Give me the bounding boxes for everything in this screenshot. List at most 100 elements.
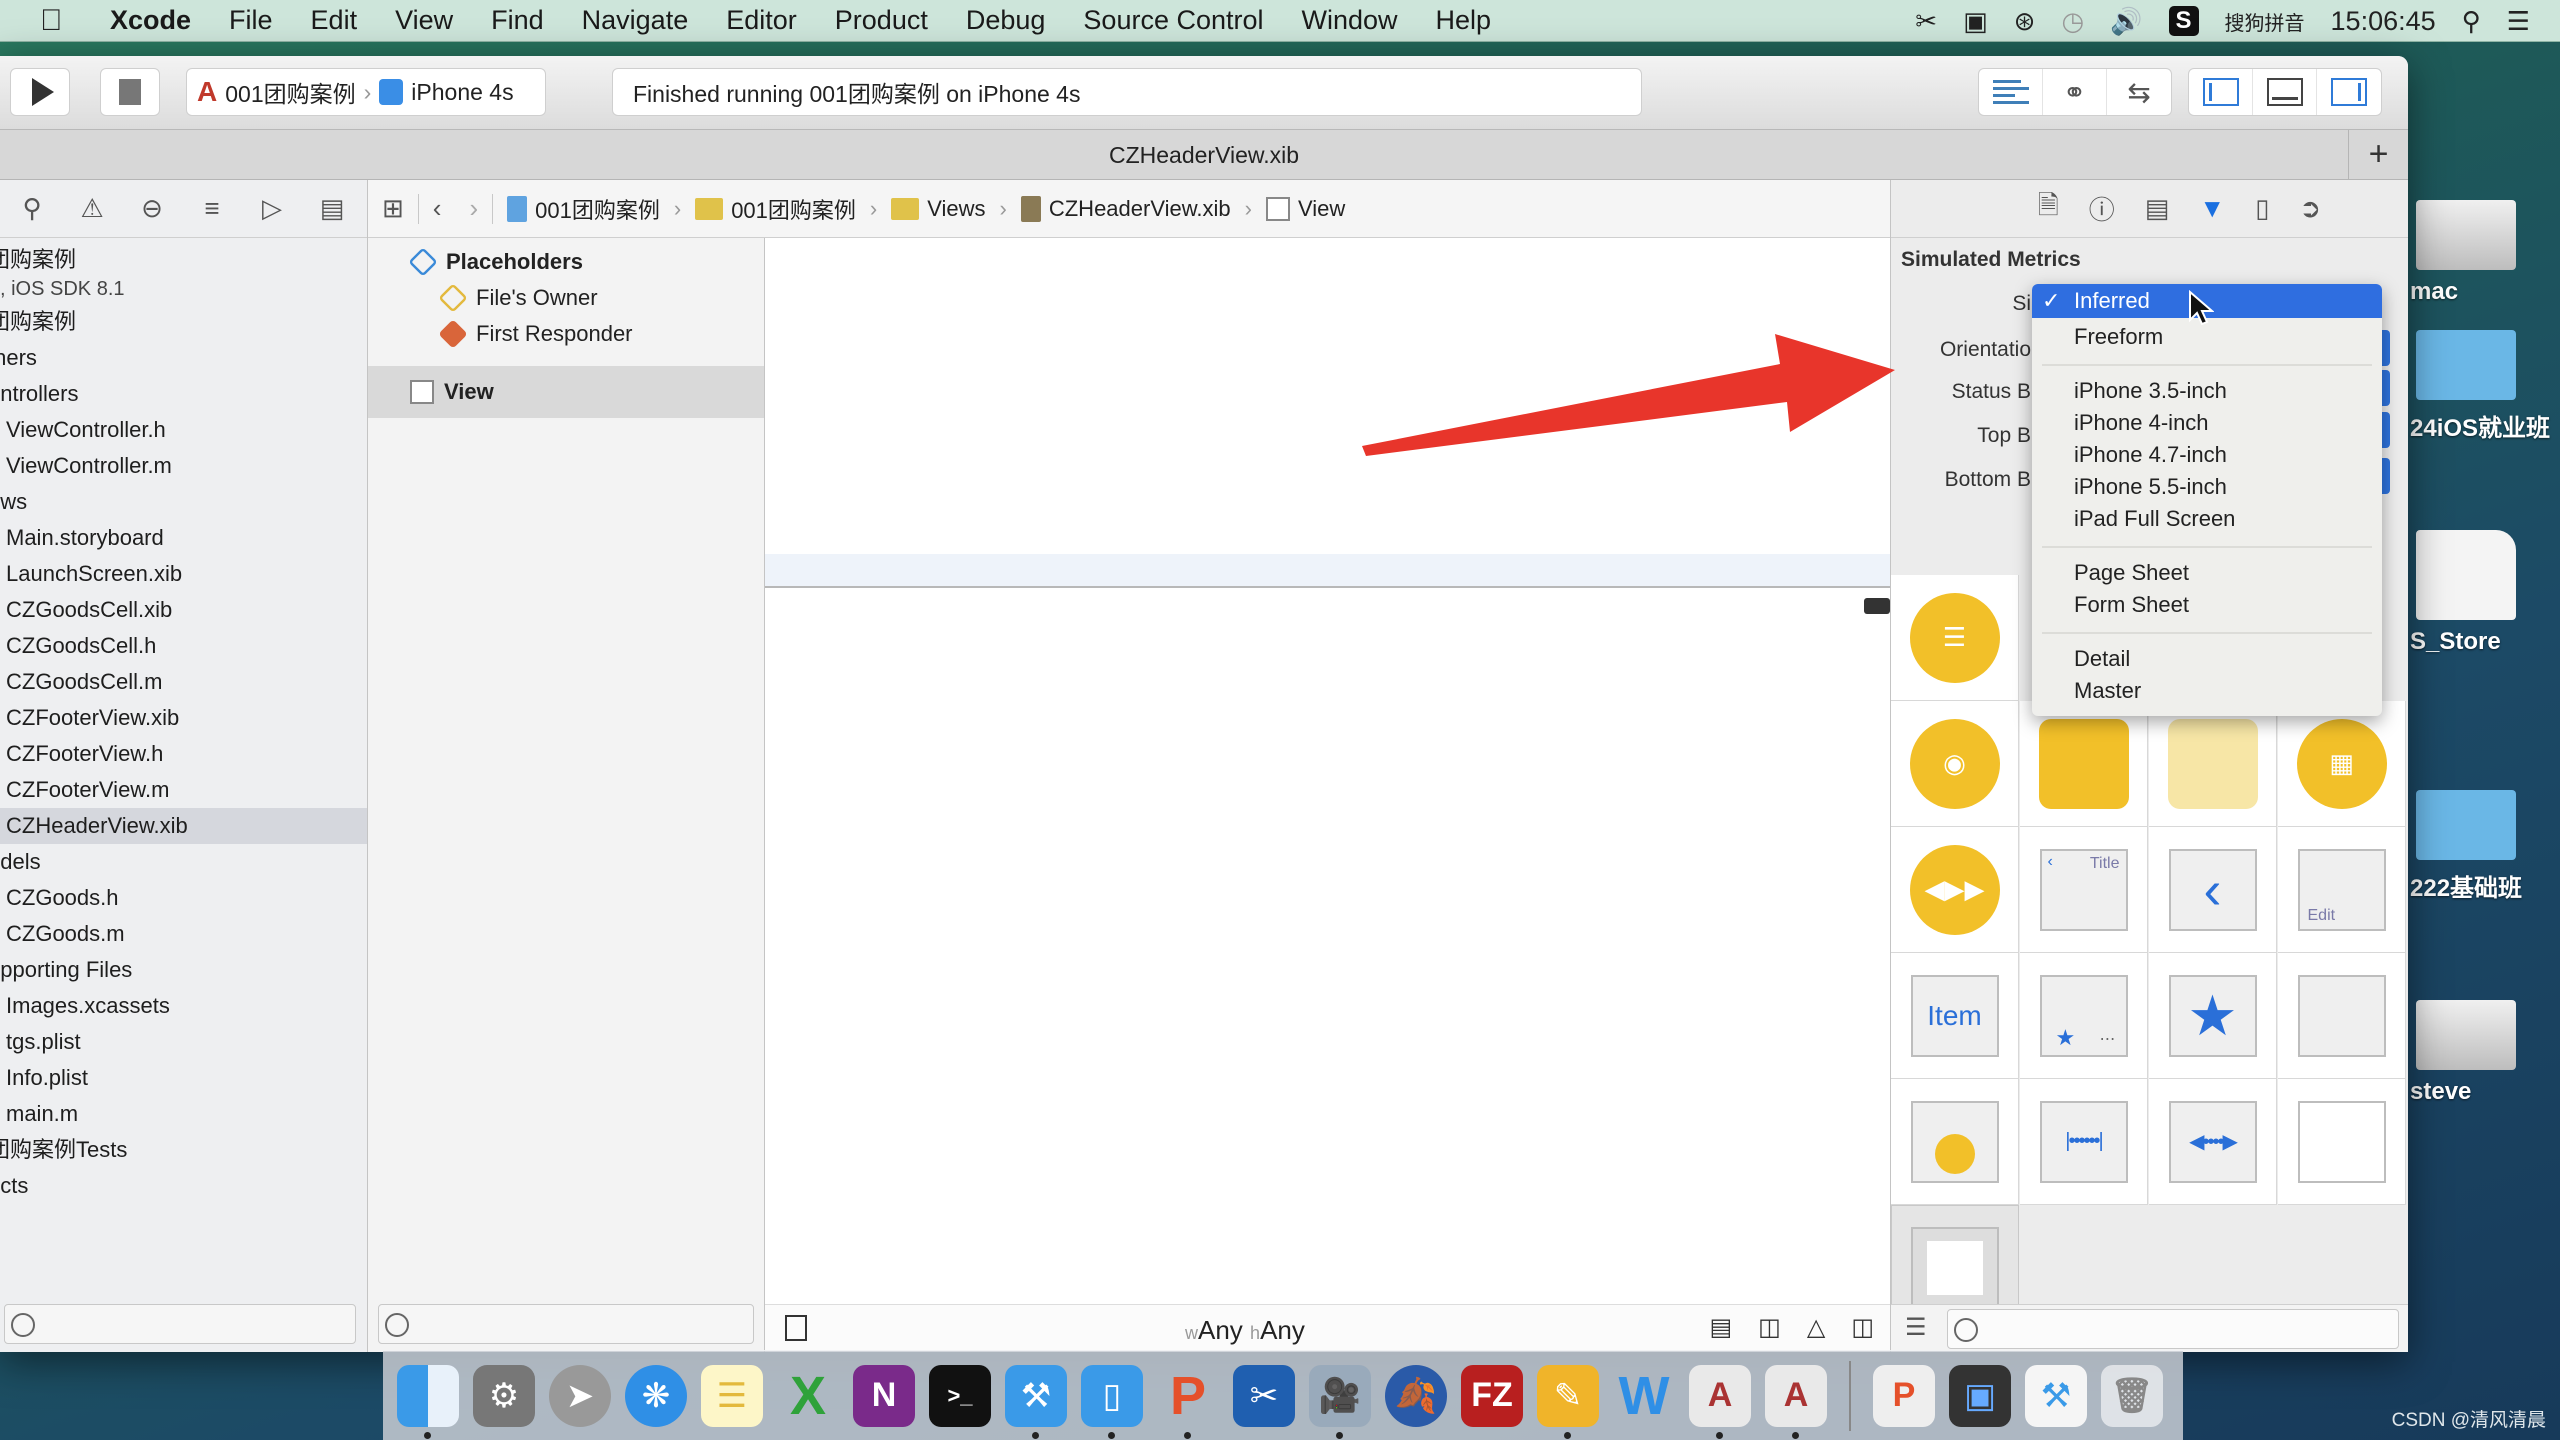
group-item[interactable]: 团购案例	[0, 304, 367, 340]
library-filter-field[interactable]	[1947, 1309, 2399, 1349]
dock-ios-simulator-icon[interactable]: ▯	[1081, 1364, 1143, 1439]
screen-record-icon[interactable]: ▣	[1963, 6, 1988, 37]
dock-movie-maker-icon[interactable]: 🎥	[1309, 1364, 1371, 1439]
dock-filezilla-icon[interactable]: FZ	[1461, 1364, 1523, 1427]
file-item[interactable]: Images.xcassets	[0, 988, 367, 1024]
library-item-flexible-space[interactable]: ◀••••▶	[2149, 1079, 2277, 1205]
menu-find[interactable]: Find	[491, 5, 544, 36]
log-navigator-icon[interactable]: ▤	[302, 193, 362, 224]
breadcrumb-views[interactable]: Views ›	[891, 196, 1007, 222]
size-inspector-icon[interactable]: ▯	[2255, 193, 2269, 224]
file-item[interactable]: CZGoodsCell.h	[0, 628, 367, 664]
debug-navigator-icon[interactable]: ≡	[182, 193, 242, 224]
assistant-editor-button[interactable]: ⚭	[2043, 69, 2107, 115]
menu-option-form-sheet[interactable]: Form Sheet	[2074, 592, 2189, 618]
outline-first-responder[interactable]: First Responder	[368, 316, 764, 352]
library-item-search-bar[interactable]	[2278, 953, 2406, 1079]
library-item-fixed-space[interactable]: |••••••|	[2020, 1079, 2148, 1205]
dock-xcode-icon[interactable]: ⚒	[1005, 1364, 1067, 1439]
library-item-image-view[interactable]: ◉	[1891, 701, 2019, 827]
desktop-icon-basic-class[interactable]: 222基础班	[2410, 790, 2560, 903]
file-item[interactable]: CZFooterView.m	[0, 772, 367, 808]
file-item[interactable]: CZGoods.m	[0, 916, 367, 952]
bluetooth-icon[interactable]: ⊛	[2014, 6, 2036, 37]
library-item-tab-bar-item[interactable]: ★	[2149, 953, 2277, 1079]
dock-sketch-icon[interactable]: ✎	[1537, 1364, 1599, 1439]
menu-help[interactable]: Help	[1436, 5, 1492, 36]
navigator-filter-field[interactable]	[4, 1304, 356, 1344]
library-item-search-display[interactable]	[1891, 1079, 2019, 1205]
resize-handle[interactable]	[1864, 598, 1890, 614]
spotlight-search-icon[interactable]: ⚲	[2462, 6, 2481, 37]
group-item[interactable]: ews	[0, 484, 367, 520]
file-item[interactable]: ViewController.m	[0, 448, 367, 484]
quick-help-icon[interactable]: ⓘ	[2089, 190, 2115, 227]
file-item[interactable]: CZGoods.h	[0, 880, 367, 916]
menu-option-iphone-5-5[interactable]: iPhone 5.5-inch	[2074, 474, 2227, 500]
menu-app-name[interactable]: Xcode	[110, 5, 191, 36]
dock-system-preferences-icon[interactable]: ⚙	[473, 1364, 535, 1427]
stop-button[interactable]	[100, 68, 160, 116]
dock-trash-icon[interactable]: 🗑	[2101, 1364, 2163, 1427]
menu-window[interactable]: Window	[1302, 5, 1398, 36]
resolve-issues-icon[interactable]: △	[1807, 1313, 1825, 1342]
breadcrumb-view[interactable]: View	[1265, 196, 1345, 222]
group-item[interactable]: 团购案例	[0, 242, 367, 278]
size-class-control[interactable]: wAny hAny	[1185, 1315, 1305, 1346]
back-button[interactable]: ‹	[433, 193, 442, 224]
library-item-navigation-item[interactable]: ‹	[2149, 827, 2277, 953]
issue-navigator-icon[interactable]: ⚠	[62, 193, 122, 224]
menu-view[interactable]: View	[395, 5, 453, 36]
breadcrumb-file[interactable]: CZHeaderView.xib ›	[1020, 195, 1252, 222]
input-method-label[interactable]: 搜狗拼音	[2225, 7, 2305, 36]
library-item-toolbar[interactable]: Edit	[2278, 827, 2406, 953]
group-item[interactable]: odels	[0, 844, 367, 880]
file-item[interactable]: CZGoodsCell.xib	[0, 592, 367, 628]
align-icon[interactable]: ▤	[1709, 1313, 1732, 1342]
dock-onenote-icon[interactable]: N	[853, 1364, 915, 1427]
add-tab-button[interactable]: +	[2348, 130, 2408, 180]
file-item[interactable]: CZFooterView.h	[0, 736, 367, 772]
apple-menu-icon[interactable]: 	[40, 4, 80, 38]
file-item[interactable]: CZFooterView.xib	[0, 700, 367, 736]
list-view-toggle-icon[interactable]: ☰	[1905, 1313, 1927, 1342]
desktop-icon-steve[interactable]: steve	[2410, 1000, 2560, 1106]
dock-instruments-icon[interactable]: A	[1689, 1364, 1751, 1439]
menu-option-iphone-4[interactable]: iPhone 4-inch	[2074, 410, 2209, 436]
outline-files-owner[interactable]: File's Owner	[368, 280, 764, 316]
menu-option-iphone-4-7[interactable]: iPhone 4.7-inch	[2074, 442, 2227, 468]
library-item-view[interactable]	[2278, 1079, 2406, 1205]
scissors-icon[interactable]: ✂	[1915, 6, 1937, 37]
volume-icon[interactable]: 🔊	[2110, 6, 2142, 37]
version-editor-button[interactable]: ⇆	[2107, 69, 2171, 115]
outline-view[interactable]: View	[368, 366, 764, 418]
menu-option-page-sheet[interactable]: Page Sheet	[2074, 560, 2189, 586]
pin-icon[interactable]: ◫	[1758, 1313, 1781, 1342]
file-item[interactable]: ViewController.h	[0, 412, 367, 448]
run-button[interactable]	[10, 68, 70, 116]
test-navigator-icon[interactable]: ⊖	[122, 193, 182, 224]
menu-debug[interactable]: Debug	[966, 5, 1046, 36]
library-item-object[interactable]	[2020, 701, 2148, 827]
dock-terminal-icon[interactable]: >_	[929, 1364, 991, 1427]
forward-button[interactable]: ›	[469, 193, 478, 224]
menu-option-iphone-3-5[interactable]: iPhone 3.5-inch	[2074, 378, 2227, 404]
library-item-tab-bar[interactable]: ★ ⋯	[2020, 953, 2148, 1079]
file-item[interactable]: tgs.plist	[0, 1024, 367, 1060]
group-item[interactable]: 团购案例Tests	[0, 1132, 367, 1168]
menu-editor[interactable]: Editor	[726, 5, 797, 36]
dock-notes-icon[interactable]: ☰	[701, 1364, 763, 1427]
dock-powerpoint-icon[interactable]: P	[1157, 1365, 1219, 1439]
menu-file[interactable]: File	[229, 5, 273, 36]
dock-minimized-powerpoint-window[interactable]: P	[1873, 1364, 1935, 1427]
file-item[interactable]: CZHeaderView.xib	[0, 808, 367, 844]
group-item[interactable]: thers	[0, 340, 367, 376]
dock-launchpad-icon[interactable]: ➤	[549, 1364, 611, 1427]
file-item[interactable]: CZGoodsCell.m	[0, 664, 367, 700]
toggle-debug-area-button[interactable]	[2253, 69, 2317, 115]
menu-edit[interactable]: Edit	[311, 5, 358, 36]
outline-filter-field[interactable]	[378, 1304, 754, 1344]
menu-option-freeform[interactable]: Freeform	[2074, 324, 2163, 350]
menu-option-master[interactable]: Master	[2074, 678, 2141, 704]
breadcrumb-group[interactable]: 001团购案例 ›	[695, 193, 877, 225]
